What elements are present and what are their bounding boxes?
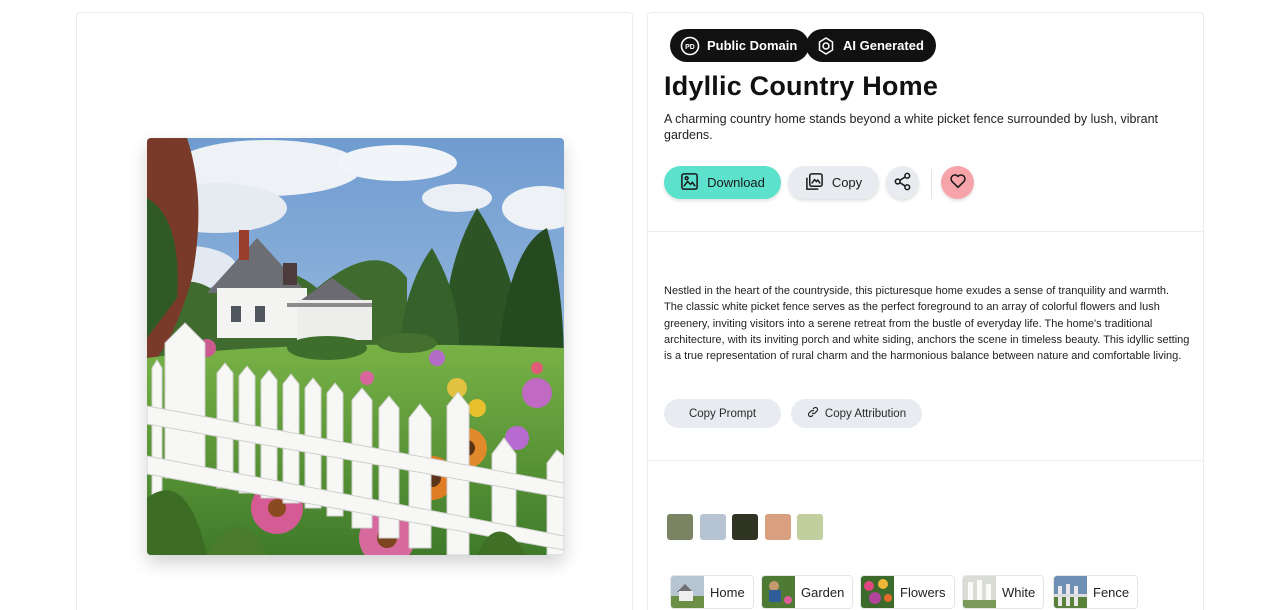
tag-fence[interactable]: Fence <box>1053 575 1139 609</box>
link-icon <box>807 406 819 421</box>
ai-generated-label: AI Generated <box>843 38 924 53</box>
copy-label: Copy <box>831 175 863 190</box>
tag-label: Flowers <box>900 584 946 600</box>
public-domain-label: Public Domain <box>707 38 798 53</box>
tag-label: White <box>1002 584 1036 600</box>
image-panel <box>76 12 633 610</box>
copy-image-button[interactable]: Copy <box>788 166 879 199</box>
copy-image-icon <box>805 172 824 194</box>
public-domain-icon: PD <box>680 36 700 56</box>
download-label: Download <box>707 175 765 190</box>
like-button[interactable] <box>941 166 974 199</box>
action-divider <box>931 169 932 199</box>
tag-flowers[interactable]: Flowers <box>860 575 955 609</box>
tag-home[interactable]: Home <box>670 575 754 609</box>
section-divider <box>648 231 1203 232</box>
section-divider <box>648 460 1203 461</box>
ai-generated-badge[interactable]: AI Generated <box>806 29 936 62</box>
tag-label: Fence <box>1093 584 1130 600</box>
color-swatch[interactable] <box>764 514 791 540</box>
public-domain-badge[interactable]: PD Public Domain <box>670 29 810 62</box>
page-title: Idyllic Country Home <box>664 71 939 101</box>
share-button[interactable] <box>886 166 919 199</box>
color-swatch[interactable] <box>797 514 823 540</box>
tag-thumbnail <box>762 576 795 608</box>
tag-thumbnail <box>1054 576 1087 608</box>
tag-label: Home <box>710 584 745 600</box>
tag-white[interactable]: White <box>962 575 1045 609</box>
hero-image[interactable] <box>147 138 564 555</box>
details-panel: PD Public Domain AI Generated Idyllic Co… <box>647 12 1204 610</box>
heart-icon <box>949 172 967 193</box>
color-swatch[interactable] <box>732 514 758 540</box>
color-swatch[interactable] <box>699 514 726 540</box>
svg-text:PD: PD <box>685 43 695 50</box>
tag-thumbnail <box>963 576 996 608</box>
image-description: Nestled in the heart of the countryside,… <box>664 285 1190 363</box>
copy-prompt-label: Copy Prompt <box>688 407 757 420</box>
download-button[interactable]: Download <box>664 166 781 199</box>
tag-garden[interactable]: Garden <box>761 575 854 609</box>
color-swatch[interactable] <box>667 514 693 540</box>
copy-prompt-button[interactable]: Copy Prompt <box>664 399 781 428</box>
copy-attribution-label: Copy Attribution <box>824 407 907 420</box>
ai-sparkle-icon <box>816 36 836 56</box>
download-image-icon <box>680 172 699 194</box>
page-subtitle: A charming country home stands beyond a … <box>664 112 1159 142</box>
tag-thumbnail <box>861 576 894 608</box>
copy-attribution-button[interactable]: Copy Attribution <box>791 399 922 428</box>
tag-label: Garden <box>801 584 845 600</box>
share-icon <box>893 172 912 194</box>
tag-thumbnail <box>671 576 704 608</box>
